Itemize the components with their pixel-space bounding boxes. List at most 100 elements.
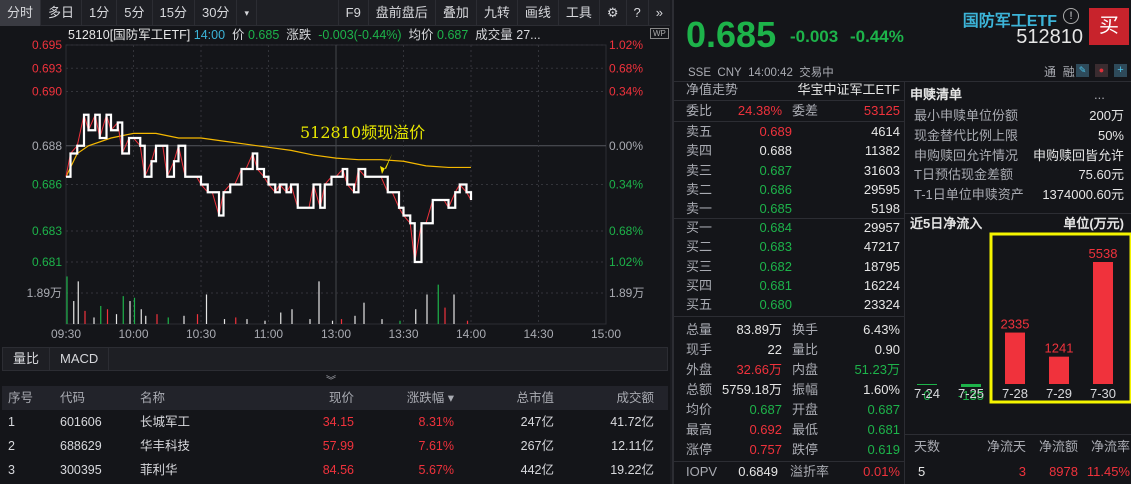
orderbook-stats-2-3: 51.23万	[854, 362, 900, 377]
tab-30min[interactable]: 30分	[195, 0, 238, 26]
creation-rows-0-1: 200万	[1089, 108, 1124, 123]
netflow-date-label: 7-29	[1046, 386, 1072, 401]
tab-intraday[interactable]: 分时	[0, 0, 42, 26]
collapse-chevron-icon[interactable]: ︾	[326, 372, 336, 387]
tab-macd[interactable]: MACD	[50, 348, 110, 370]
orderbook-bids-1-0: 买二	[686, 239, 713, 255]
creation-rows-2-0: 申购赎回允许情况	[914, 147, 1019, 163]
table-row[interactable]: 1 601606 长城军工 34.15 8.31% 247亿 41.72亿	[2, 410, 668, 434]
rong-tag[interactable]: 融	[1063, 65, 1075, 79]
orderbook-stats-0-0: 总量	[686, 322, 713, 337]
table-cell: 601606	[60, 415, 102, 429]
orderbook-asks-3-0: 卖二	[686, 181, 713, 197]
netflow-value-label: 2335	[1001, 317, 1030, 332]
tab-1min[interactable]: 1分	[82, 0, 118, 26]
annotation-arrow-icon	[380, 154, 392, 174]
orderbook-stats-1-0: 现手	[686, 342, 713, 357]
help-icon[interactable]: ?	[627, 0, 649, 26]
orderbook-wb: 24.38%	[737, 103, 782, 118]
orderbook-asks-1-0: 卖四	[686, 143, 713, 159]
column-header[interactable]: 成交额	[560, 386, 660, 410]
draw-button[interactable]: 画线	[518, 0, 559, 26]
table-cell: 8.31%	[418, 415, 454, 429]
trading-status: 交易中	[799, 67, 834, 79]
y-tick-right: 1.02%	[609, 255, 643, 269]
chart-panel: 分时 多日 1分 5分 15分 30分 ▾ F9 盘前盘后 叠加 九转 画线 工…	[0, 0, 670, 484]
orderbook-asks-0-0: 卖五	[686, 124, 713, 139]
orderbook-stats-3-2: 振幅	[792, 382, 819, 397]
orderbook-stats-6-0: 涨停	[686, 442, 713, 457]
nine-turn-button[interactable]: 九转	[477, 0, 518, 26]
netflow-bar	[1005, 332, 1025, 384]
orderbook-bids-2-1: 0.682	[759, 258, 792, 274]
orderbook-stats-0-3: 6.43%	[863, 322, 900, 337]
x-tick: 10:00	[118, 327, 148, 341]
table-cell: 3	[8, 463, 15, 477]
pre-post-market-button[interactable]: 盘前盘后	[369, 0, 436, 26]
table-cell: 267亿	[520, 439, 554, 453]
tools-button[interactable]: 工具	[559, 0, 600, 26]
tab-5min[interactable]: 5分	[117, 0, 153, 26]
table-cell: 7.61%	[418, 439, 454, 453]
y-tick-left: 0.690	[32, 85, 62, 99]
volume-tick-left: 1.89万	[27, 286, 62, 300]
table-cell: 1	[8, 415, 15, 429]
y-tick-left: 0.681	[32, 255, 62, 269]
column-header[interactable]: 现价	[256, 386, 360, 410]
volume-tick-right: 1.89万	[609, 286, 644, 300]
currency: CNY	[717, 67, 742, 79]
table-row[interactable]: 2 688629 华丰科技 57.99 7.61% 267亿 12.11亿	[2, 434, 668, 458]
column-header[interactable]: 总市值	[460, 386, 560, 410]
tab-15min[interactable]: 15分	[153, 0, 195, 26]
orderbook-bids-4-2: 23324	[863, 297, 900, 313]
intraday-chart[interactable]: 0.695 1.02% 0.693 0.68% 0.690 0.34% 0.688 0.00%…	[0, 26, 670, 347]
creation-rows-1-0: 现金替代比例上限	[914, 127, 1019, 143]
tab-volume-ratio[interactable]: 量比	[3, 348, 51, 370]
indicator-tabs: 量比 MACD	[2, 347, 668, 371]
column-header[interactable]: 代码	[54, 386, 134, 410]
x-tick: 09:30	[51, 327, 81, 341]
orderbook-stats-5-2: 最低	[792, 422, 819, 437]
f9-button[interactable]: F9	[337, 0, 369, 26]
tab-multiday[interactable]: 多日	[41, 0, 83, 26]
creation-rows-1-1: 50%	[1097, 127, 1124, 143]
x-tick: 14:00	[456, 327, 486, 341]
table-cell: 2	[8, 439, 15, 453]
gear-icon[interactable]: ⚙	[600, 0, 627, 26]
orderbook-premium: 0.01%	[863, 464, 900, 479]
table-row[interactable]: 3 300395 菲利华 84.56 5.67% 442亿 19.22亿	[2, 458, 668, 482]
alert-bell-icon[interactable]: ●	[1095, 64, 1108, 77]
netflow-value-label: 5538	[1089, 246, 1118, 261]
add-icon[interactable]: +	[1114, 64, 1127, 77]
orderbook-asks-0-2: 4614	[871, 124, 900, 139]
tong-tag[interactable]: 通	[1044, 65, 1056, 79]
orderbook-bids-2-0: 买三	[686, 258, 713, 274]
overlay-button[interactable]: 叠加	[436, 0, 477, 26]
column-header[interactable]: 序号	[2, 386, 54, 410]
orderbook-stats-1-2: 量比	[792, 342, 819, 357]
table-cell: 长城军工	[140, 415, 191, 429]
quote-panel: 0.685 -0.003 -0.44% 国防军工ETF ! 512810 买 S…	[672, 0, 1131, 484]
y-tick-right: 0.68%	[609, 61, 643, 75]
expand-icon[interactable]: »	[649, 0, 670, 26]
orderbook-asks-2-1: 0.687	[759, 162, 792, 178]
orderbook-stats-5-3: 0.681	[867, 422, 900, 437]
orderbook-stats-6-3: 0.619	[867, 442, 900, 457]
more-periods-dropdown[interactable]: ▾	[237, 0, 257, 26]
security-code: 512810	[1016, 26, 1083, 48]
column-header[interactable]: 名称	[134, 386, 256, 410]
fund-name[interactable]: 华宝中证军工ETF	[764, 80, 900, 100]
y-tick-right: 1.02%	[609, 38, 643, 52]
x-tick: 11:00	[254, 327, 283, 341]
creation-rows-3-0: T日预估现金差额	[914, 167, 1013, 183]
info-icon[interactable]: !	[1063, 8, 1079, 24]
edit-icon[interactable]: ✎	[1076, 64, 1089, 77]
more-button[interactable]: ...	[1094, 85, 1105, 105]
orderbook-asks-2-2: 31603	[863, 162, 900, 178]
orderbook-bids-4-0: 买五	[686, 297, 713, 313]
column-header[interactable]: 涨跌幅 ▾	[360, 386, 460, 410]
orderbook-asks-4-1: 0.685	[759, 201, 792, 217]
orderbook-bids-4-1: 0.680	[759, 297, 792, 313]
buy-button[interactable]: 买	[1089, 8, 1129, 45]
annotation-text: 512810频现溢价	[300, 123, 425, 142]
